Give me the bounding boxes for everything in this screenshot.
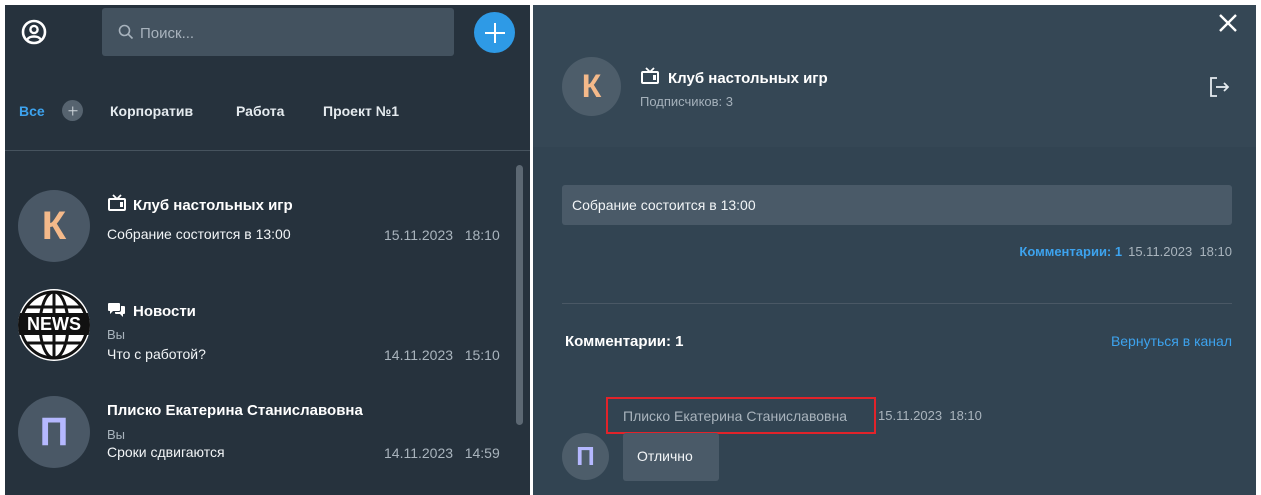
tab-all[interactable]: Все [19, 103, 45, 119]
folder-tabs: Все Корпоратив Работа Проект №1 [5, 97, 530, 127]
message-sender: Вы [107, 427, 126, 442]
tv-icon [108, 194, 126, 211]
news-logo: NEWS [18, 289, 90, 361]
comment-author[interactable]: Плиско Екатерина Станиславовна [623, 408, 847, 424]
chat-list-item[interactable]: П Плиско Екатерина Станиславовна Вы Срок… [5, 390, 510, 490]
post-time: 18:10 [1199, 244, 1232, 259]
back-to-channel-link[interactable]: Вернуться в канал [1073, 333, 1232, 349]
last-message: Собрание состоится в 13:00 [107, 226, 291, 242]
comments-link[interactable]: Комментарии: 1 [1019, 244, 1122, 259]
subscriber-count: Подписчиков: 3 [640, 94, 733, 109]
tab-project-1[interactable]: Проект №1 [323, 103, 399, 119]
tab-work[interactable]: Работа [236, 103, 284, 119]
tv-icon [641, 67, 659, 84]
comments-heading: Комментарии: 1 [565, 333, 684, 350]
channel-post: Собрание состоится в 13:00 [562, 185, 1232, 225]
chat-list-item[interactable]: К Клуб настольных игр Собрание состоится… [5, 180, 510, 280]
channel-title: Клуб настольных игр [640, 67, 828, 87]
chat-timestamp: 14.11.2023 15:10 [384, 347, 500, 363]
post-text: Собрание состоится в 13:00 [572, 197, 756, 213]
profile-icon[interactable] [19, 17, 49, 47]
chat-timestamp: 14.11.2023 14:59 [384, 445, 500, 461]
message-sender: Вы [107, 327, 126, 342]
new-chat-button[interactable] [474, 12, 515, 53]
avatar: П [18, 396, 90, 468]
comment-bubble: Отлично [623, 433, 719, 481]
chat-list-item[interactable]: NEWS Новости Вы Что с работой? 14.11.202… [5, 285, 510, 385]
chat-title: Новости [107, 300, 196, 320]
tab-corporate[interactable]: Корпоратив [110, 103, 193, 119]
chat-title: Плиско Екатерина Станиславовна [107, 402, 363, 419]
leave-channel-icon[interactable] [1207, 75, 1231, 99]
avatar: К [562, 57, 621, 116]
divider [5, 150, 530, 151]
post-date: 15.11.2023 [1128, 244, 1193, 259]
chat-title: Клуб настольных игр [107, 194, 293, 214]
search-input[interactable]: Поиск... [140, 25, 194, 42]
post-meta: Комментарии: 1 15.11.2023 18:10 [1003, 244, 1232, 259]
avatar: К [18, 190, 90, 262]
last-message: Сроки сдвигаются [107, 444, 225, 460]
chat-list-toolbar: Поиск... Все Корпоратив Работа Проект №1 [5, 5, 530, 150]
chat-timestamp: 15.11.2023 18:10 [384, 227, 500, 243]
search-icon [118, 24, 134, 45]
last-message: Что с работой? [107, 346, 206, 362]
scrollbar[interactable] [516, 165, 523, 425]
chat-list-panel: Поиск... Все Корпоратив Работа Проект №1… [5, 5, 530, 495]
search-field[interactable]: Поиск... [102, 8, 454, 56]
close-icon[interactable] [1217, 12, 1239, 34]
divider [562, 303, 1232, 304]
comment-text: Отлично [637, 448, 693, 464]
chat-bubbles-icon [108, 303, 125, 317]
avatar[interactable]: П [562, 433, 609, 480]
add-folder-button[interactable] [62, 100, 83, 121]
channel-panel: К Клуб настольных игр Подписчиков: 3 Соб [533, 5, 1256, 495]
comment-timestamp: 15.11.2023 18:10 [878, 408, 982, 423]
channel-header: К Клуб настольных игр Подписчиков: 3 [533, 5, 1256, 147]
